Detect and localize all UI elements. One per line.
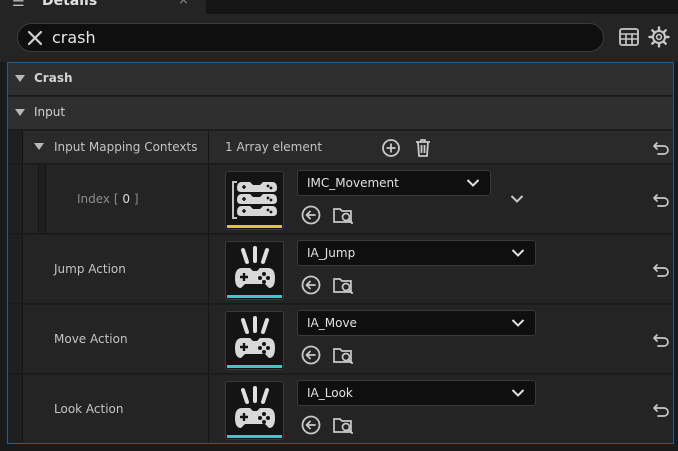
reset-to-default-icon[interactable] [652, 262, 670, 278]
tab-bar: ☰ Details × [0, 0, 678, 14]
index-row: Index [ 0 ] IMC_Movement [8, 165, 673, 234]
chevron-down-icon[interactable] [510, 194, 524, 204]
asset-combo[interactable]: IMC_Movement [297, 170, 491, 196]
asset-name: IMC_Movement [307, 176, 399, 190]
input-mapping-contexts-row: Input Mapping Contexts 1 Array element [8, 131, 673, 164]
asset-combo[interactable]: IA_Look [297, 380, 536, 406]
use-selected-icon[interactable] [300, 344, 322, 366]
asset-type-underline [227, 295, 282, 298]
indent-rail-inner [38, 165, 46, 233]
input-mapping-context-icon [232, 181, 277, 219]
asset-type-underline [227, 435, 282, 438]
use-selected-icon[interactable] [300, 274, 322, 296]
expand-arrow-icon[interactable] [15, 109, 25, 116]
tab-close-icon[interactable]: × [178, 0, 189, 8]
browse-asset-icon[interactable] [332, 344, 354, 366]
search-value[interactable]: crash [52, 27, 96, 49]
table-view-icon[interactable] [618, 26, 640, 48]
close-icon[interactable] [26, 29, 44, 47]
asset-name: IA_Jump [307, 246, 356, 260]
reset-to-default-icon[interactable] [652, 402, 670, 418]
details-tab-icon: ☰ [12, 0, 25, 10]
column-splitter[interactable] [208, 375, 209, 443]
use-selected-icon[interactable] [300, 204, 322, 226]
asset-thumbnail[interactable] [225, 381, 284, 440]
browse-asset-icon[interactable] [332, 414, 354, 436]
asset-thumbnail[interactable] [225, 311, 284, 370]
asset-thumbnail[interactable] [225, 241, 284, 300]
tab-title: Details [42, 0, 98, 9]
search-input[interactable]: crash [17, 23, 604, 52]
expand-arrow-icon[interactable] [34, 143, 44, 150]
asset-type-underline [227, 225, 282, 228]
add-element-icon[interactable] [381, 138, 401, 158]
category-label: Crash [34, 71, 73, 85]
indent-rail [8, 165, 23, 233]
column-splitter[interactable] [208, 165, 209, 233]
chevron-down-icon [511, 389, 525, 397]
trash-icon[interactable] [413, 137, 433, 158]
gear-icon[interactable] [648, 26, 670, 48]
chevron-down-icon [511, 319, 525, 327]
category-label: Input [34, 105, 66, 119]
column-splitter[interactable] [208, 235, 209, 303]
move-action-row: Move Action IA_Move [8, 305, 673, 374]
tab-details[interactable]: ☰ Details × [0, 0, 207, 14]
browse-asset-icon[interactable] [332, 274, 354, 296]
indent-rail [8, 235, 23, 303]
jump-action-row: Jump Action IA_Jump [8, 235, 673, 304]
asset-type-underline [227, 365, 282, 368]
input-action-icon [235, 316, 275, 358]
reset-to-default-icon[interactable] [652, 332, 670, 348]
column-splitter[interactable] [208, 131, 209, 163]
property-label: Move Action [54, 332, 128, 346]
chevron-down-icon [466, 179, 480, 187]
property-label: Input Mapping Contexts [54, 140, 198, 154]
indent-rail [8, 305, 23, 373]
reset-to-default-icon[interactable] [652, 192, 670, 208]
asset-thumbnail[interactable] [225, 171, 284, 230]
input-action-icon [235, 386, 275, 428]
look-action-row: Look Action IA_Look [8, 375, 673, 443]
indent-rail [8, 375, 23, 443]
reset-to-default-icon[interactable] [652, 140, 670, 156]
index-label: Index [ 0 ] [77, 192, 139, 206]
use-selected-icon[interactable] [300, 414, 322, 436]
input-action-icon [235, 246, 275, 288]
asset-combo[interactable]: IA_Jump [297, 240, 536, 266]
property-label: Look Action [54, 402, 124, 416]
array-count: 1 Array element [225, 140, 323, 154]
asset-name: IA_Look [307, 386, 353, 400]
asset-combo[interactable]: IA_Move [297, 310, 536, 336]
details-panel: Crash Input Input Mapping Contexts 1 Arr… [7, 62, 674, 444]
expand-arrow-icon[interactable] [15, 75, 25, 82]
chevron-down-icon [511, 249, 525, 257]
indent-rail [8, 131, 23, 163]
details-toolbar: crash [0, 14, 678, 62]
category-crash[interactable]: Crash [8, 63, 673, 96]
asset-name: IA_Move [307, 316, 357, 330]
column-splitter[interactable] [208, 305, 209, 373]
category-input[interactable]: Input [8, 97, 673, 130]
browse-asset-icon[interactable] [332, 204, 354, 226]
property-label: Jump Action [54, 262, 126, 276]
